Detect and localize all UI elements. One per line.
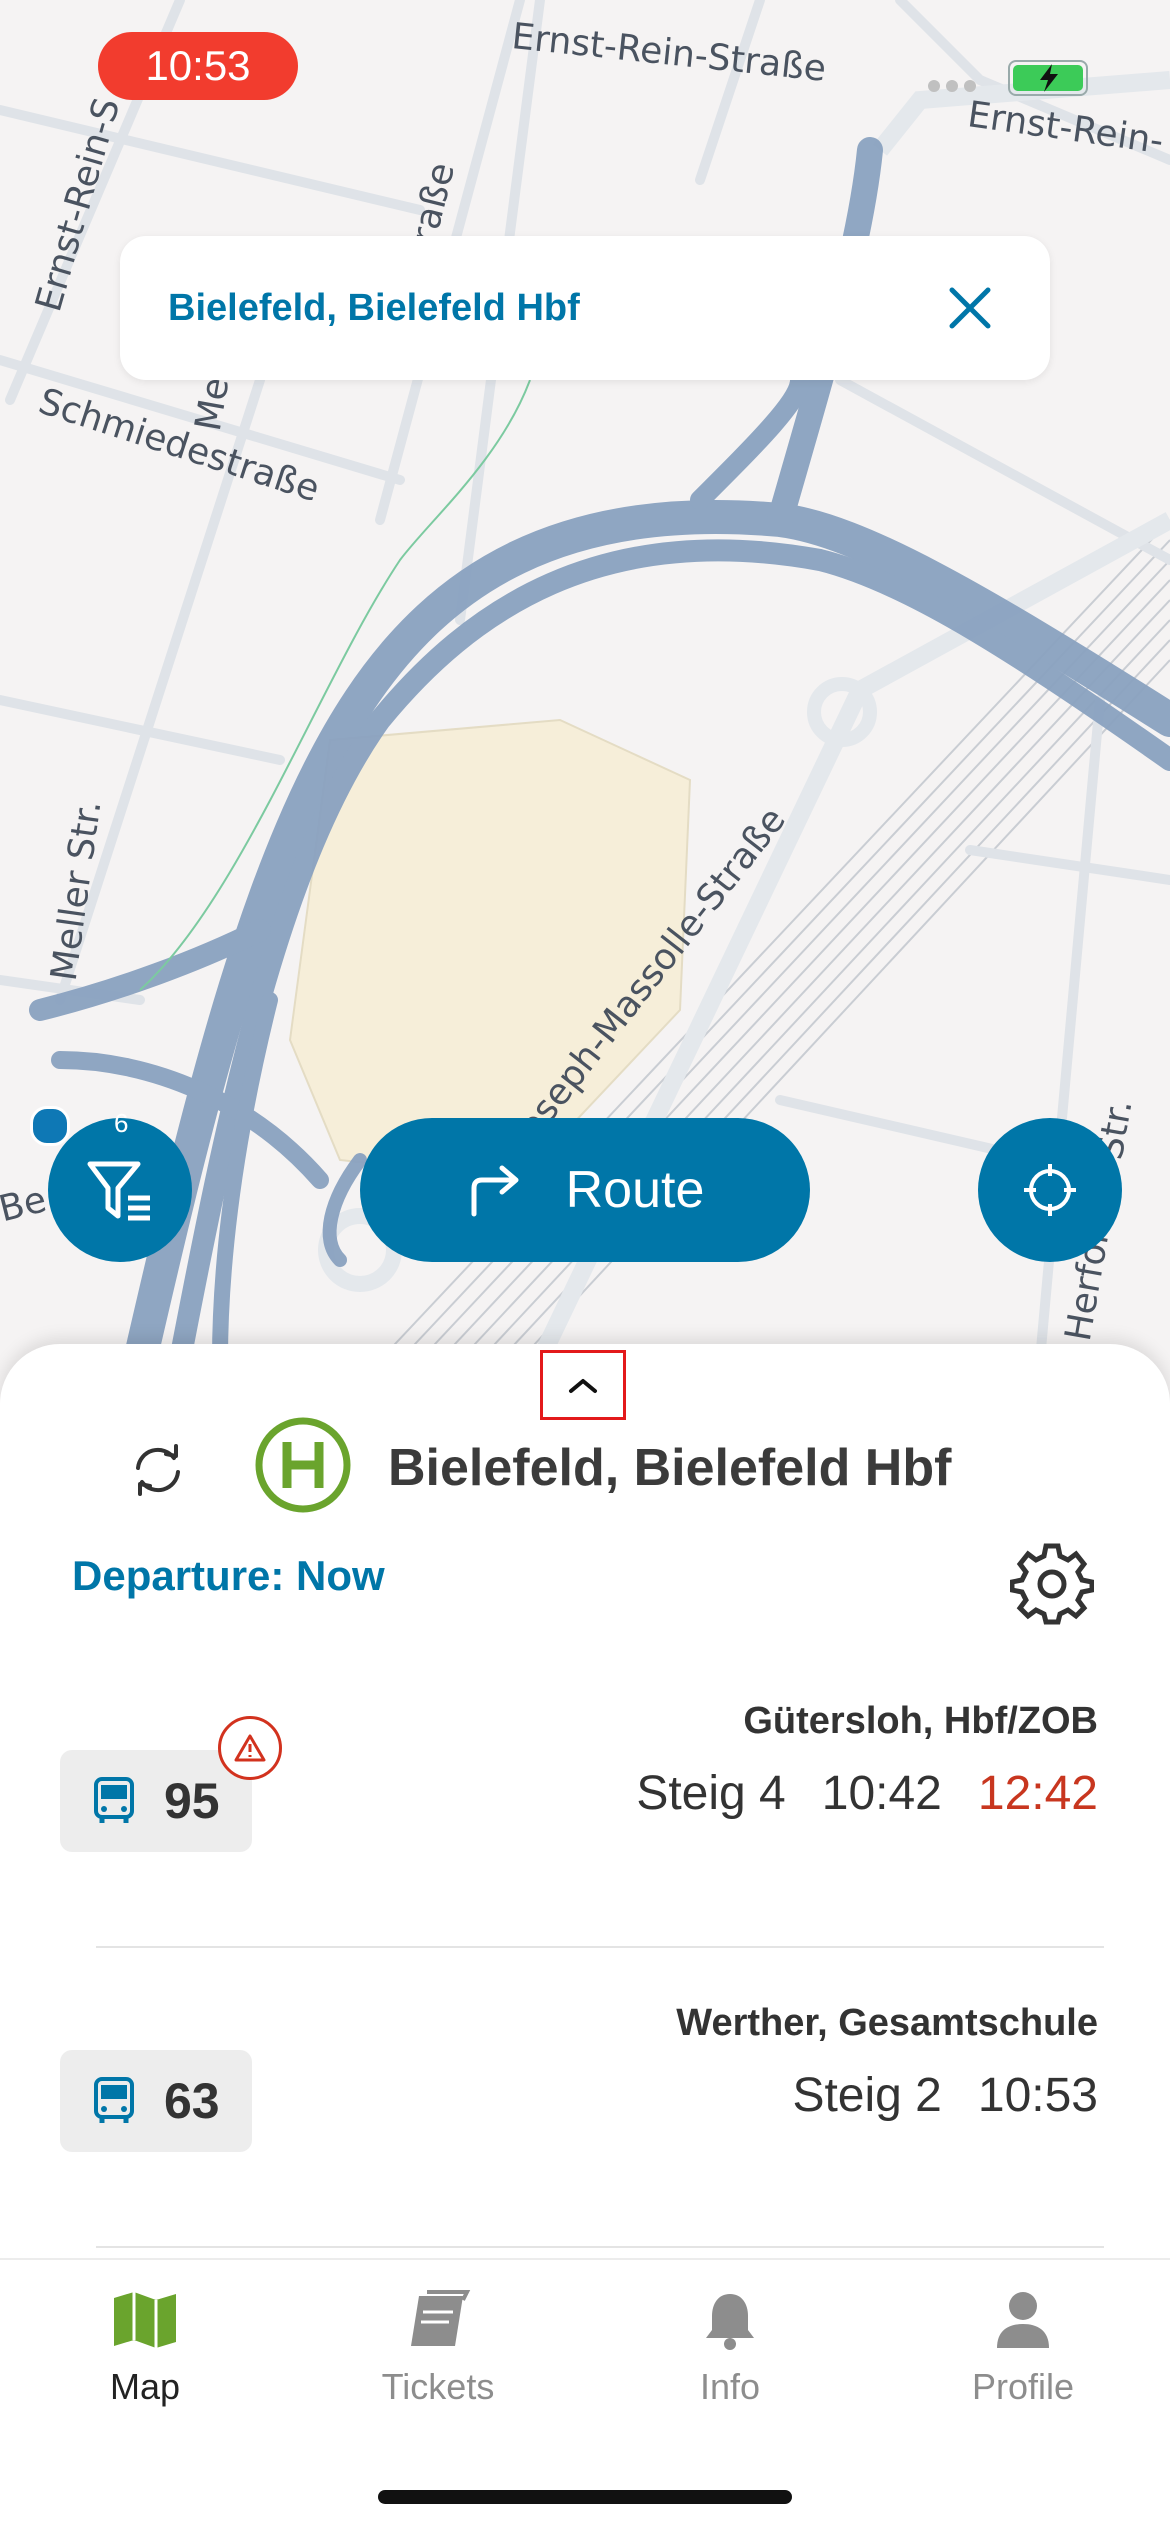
signal-dots	[928, 80, 976, 92]
tab-profile[interactable]: Profile	[923, 2290, 1123, 2408]
departure-details: Steig 2 10:53	[792, 2068, 1098, 2123]
person-icon	[997, 2292, 1049, 2348]
departure-time: 10:42	[821, 1767, 942, 1820]
filter-icon	[87, 1161, 150, 1221]
departure-details: Steig 4 10:42 12:42	[636, 1766, 1098, 1821]
tab-label: Profile	[971, 2366, 1075, 2407]
departure-platform: Steig 4	[636, 1767, 786, 1820]
departure-destination: Werther, Gesamtschule	[676, 2002, 1098, 2044]
line-chip[interactable]: 63	[60, 2050, 252, 2152]
tab-tickets[interactable]: Tickets	[338, 2290, 538, 2408]
stop-header: Bielefeld, Bielefeld Hbf	[0, 1410, 1170, 1520]
line-number: 95	[164, 1773, 220, 1829]
map-icon	[114, 2292, 176, 2348]
filter-count-badge: 6	[114, 1108, 129, 1138]
tab-label: Map	[109, 2366, 181, 2407]
tickets-icon	[411, 2290, 471, 2346]
line-number: 63	[164, 2073, 220, 2129]
warning-icon	[234, 1734, 266, 1762]
status-time: 10:53	[98, 32, 298, 100]
close-icon	[949, 287, 991, 329]
settings-icon[interactable]	[1010, 1542, 1094, 1626]
tab-label: Info	[699, 2366, 761, 2407]
departure-time-selector[interactable]: Departure: Now	[72, 1552, 385, 1600]
bus-icon	[94, 1777, 134, 1823]
battery-icon	[1008, 60, 1088, 96]
search-input[interactable]: Bielefeld, Bielefeld Hbf	[168, 287, 930, 330]
tab-map[interactable]: Map	[45, 2290, 245, 2408]
filter-button[interactable]: 6	[48, 1108, 192, 1262]
clear-search-button[interactable]	[930, 268, 1010, 348]
locate-me-button[interactable]	[978, 1118, 1122, 1262]
bell-icon	[706, 2294, 754, 2350]
route-label: Route	[565, 1161, 705, 1219]
location-dot	[30, 1106, 70, 1146]
divider	[96, 2246, 1104, 2248]
divider	[96, 1946, 1104, 1948]
bus-icon	[94, 2077, 134, 2123]
stop-name: Bielefeld, Bielefeld Hbf	[388, 1439, 952, 1497]
departure-destination: Gütersloh, Hbf/ZOB	[743, 1700, 1098, 1742]
chevron-up-icon	[569, 1379, 597, 1393]
route-button[interactable]: Route	[360, 1118, 810, 1262]
search-box[interactable]: Bielefeld, Bielefeld Hbf	[120, 236, 1050, 380]
disruption-warning[interactable]	[218, 1716, 282, 1780]
tab-info[interactable]: Info	[630, 2290, 830, 2408]
departure-time: 10:53	[977, 2069, 1098, 2122]
bus-stop-icon	[255, 1417, 351, 1513]
crosshair-icon	[1024, 1164, 1076, 1216]
refresh-icon[interactable]	[128, 1440, 188, 1500]
tab-label: Tickets	[381, 2366, 495, 2407]
home-indicator	[378, 2490, 792, 2504]
turn-right-icon	[471, 1165, 519, 1217]
departure-platform: Steig 2	[792, 2069, 942, 2122]
departure-delayed-time: 12:42	[977, 1767, 1098, 1820]
